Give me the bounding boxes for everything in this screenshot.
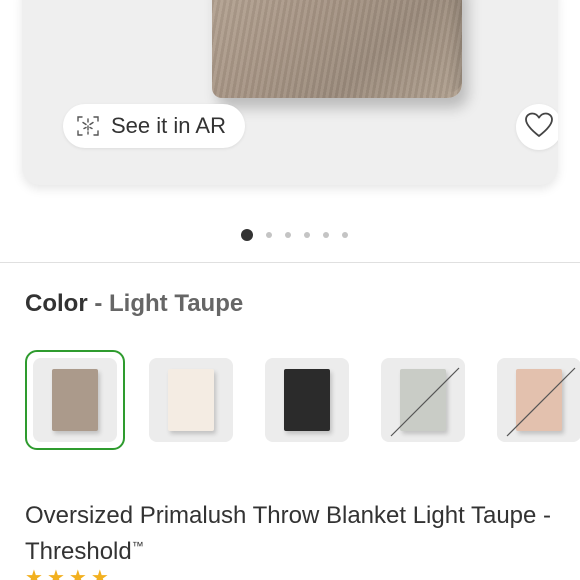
swatch-blanket-image — [168, 369, 214, 431]
color-heading: Color - Light Taupe — [25, 290, 243, 318]
product-title: Oversized Primalush Throw Blanket Light … — [25, 500, 565, 567]
swatch-thumbnail — [265, 358, 349, 442]
unavailable-slash-icon — [390, 367, 460, 437]
swatch-thumbnail — [33, 358, 117, 442]
selected-color-value: Light Taupe — [109, 290, 244, 317]
carousel-dot[interactable] — [303, 232, 310, 238]
carousel-dot[interactable] — [240, 229, 253, 241]
color-swatch-black[interactable] — [257, 350, 357, 450]
color-separator: - — [94, 290, 103, 317]
swatch-blanket-image — [284, 369, 330, 431]
star-icon: ★ — [68, 567, 87, 580]
trademark-symbol: ™ — [131, 539, 144, 553]
product-image-blanket — [212, 0, 462, 98]
swatch-thumbnail — [381, 358, 465, 442]
product-image-card[interactable]: See it in AR — [22, 0, 558, 185]
rating-stars[interactable]: ★ ★ ★ ★ — [25, 568, 109, 580]
section-divider — [0, 262, 580, 263]
see-in-ar-button[interactable]: See it in AR — [63, 104, 245, 148]
product-title-text: Oversized Primalush Throw Blanket Light … — [25, 502, 552, 565]
star-icon: ★ — [25, 567, 43, 580]
swatch-blanket-image — [52, 369, 98, 431]
carousel-dot[interactable] — [284, 232, 291, 238]
swatch-thumbnail — [497, 358, 580, 442]
carousel-dot[interactable] — [341, 232, 348, 238]
unavailable-slash-icon — [506, 367, 576, 437]
color-label: Color — [25, 290, 88, 317]
favorite-button[interactable] — [516, 104, 558, 150]
swatch-thumbnail — [149, 358, 233, 442]
ar-cube-icon — [75, 113, 101, 139]
color-swatch-cream[interactable] — [141, 350, 241, 450]
star-icon: ★ — [90, 567, 109, 580]
color-swatch-blush[interactable] — [489, 350, 580, 450]
carousel-pagination — [0, 229, 580, 241]
carousel-dot[interactable] — [322, 232, 329, 238]
color-swatch-gray[interactable] — [373, 350, 473, 450]
color-swatch-list — [25, 350, 580, 450]
color-swatch-light-taupe[interactable] — [25, 350, 125, 450]
carousel-dot[interactable] — [265, 232, 272, 238]
heart-icon — [524, 111, 554, 144]
see-in-ar-label: See it in AR — [111, 113, 226, 138]
star-icon: ★ — [46, 567, 65, 580]
